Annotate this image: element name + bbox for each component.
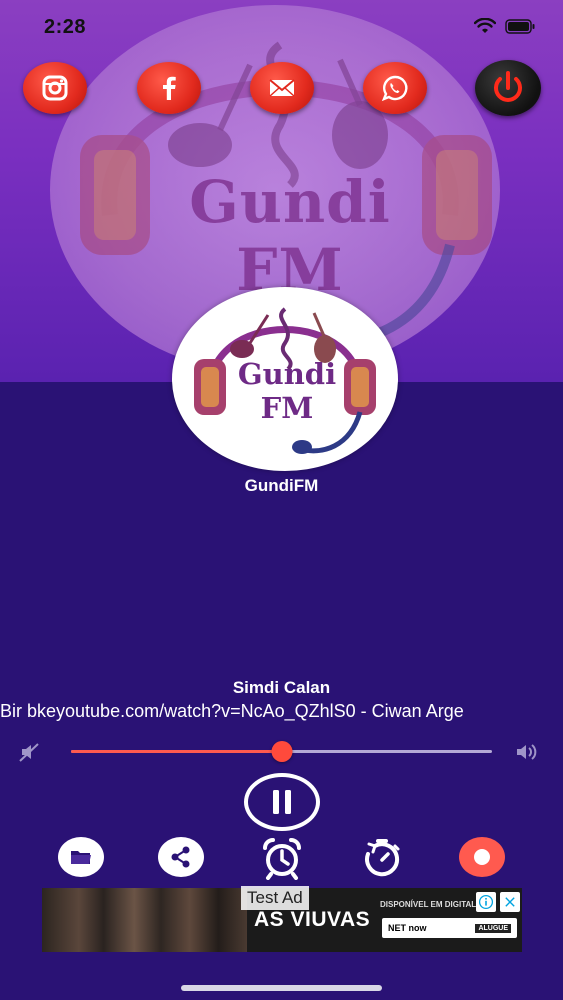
ad-label: Test Ad (241, 886, 309, 910)
volume-slider[interactable] (71, 741, 492, 762)
share-icon (171, 846, 190, 868)
ad-partner-text: NET now (388, 923, 427, 933)
ad-available-text: DISPONÍVEL EM DIGITAL (380, 900, 477, 909)
ad-title: AS VIUVAS (254, 908, 371, 931)
whatsapp-icon (381, 75, 408, 102)
share-button[interactable] (158, 837, 204, 877)
ad-image (42, 888, 247, 952)
ad-info-icon[interactable] (476, 892, 496, 912)
instagram-icon (42, 75, 68, 101)
home-indicator[interactable] (181, 985, 382, 991)
wifi-icon (474, 18, 496, 33)
volume-slider-fill (71, 750, 282, 753)
ad-partner-box: NET now ALUGUE (382, 918, 517, 938)
battery-icon (505, 19, 535, 34)
now-playing-label: Simdi Calan (232, 678, 331, 697)
ad-rent-text: ALUGUE (475, 923, 511, 933)
station-name: GundiFM (244, 476, 319, 495)
status-bar: 2:28 (0, 0, 563, 50)
folder-icon (71, 851, 91, 864)
pause-icon (273, 790, 291, 814)
timer-icon[interactable] (359, 836, 405, 880)
facebook-icon (163, 76, 176, 100)
whatsapp-button[interactable] (363, 62, 427, 114)
volume-mute-icon[interactable] (18, 741, 40, 763)
instagram-button[interactable] (23, 62, 87, 114)
mail-icon (269, 79, 295, 97)
status-time: 2:28 (44, 16, 87, 38)
alarm-icon[interactable] (259, 836, 305, 880)
app-screen: Gundi FM 2:28 Gundi FM GundiFM Simdi Cal… (0, 0, 563, 1000)
email-button[interactable] (250, 62, 314, 114)
record-icon (474, 849, 490, 865)
volume-max-icon[interactable] (515, 742, 539, 762)
now-playing-track: Bir bkeyoutube.com/watch?v=NcAo_QZhlS0 -… (0, 701, 464, 721)
volume-slider-thumb[interactable] (271, 741, 292, 762)
facebook-button[interactable] (137, 62, 201, 114)
power-button[interactable] (475, 60, 541, 116)
background-logo-text: Gundi FM (189, 168, 391, 304)
power-icon (494, 71, 522, 102)
folder-button[interactable] (58, 837, 104, 877)
station-logo-text: Gundi FM (237, 357, 337, 425)
ad-close-icon[interactable] (500, 892, 520, 912)
record-button[interactable] (459, 837, 505, 877)
station-logo: Gundi FM (172, 287, 398, 471)
pause-button[interactable] (244, 773, 320, 831)
